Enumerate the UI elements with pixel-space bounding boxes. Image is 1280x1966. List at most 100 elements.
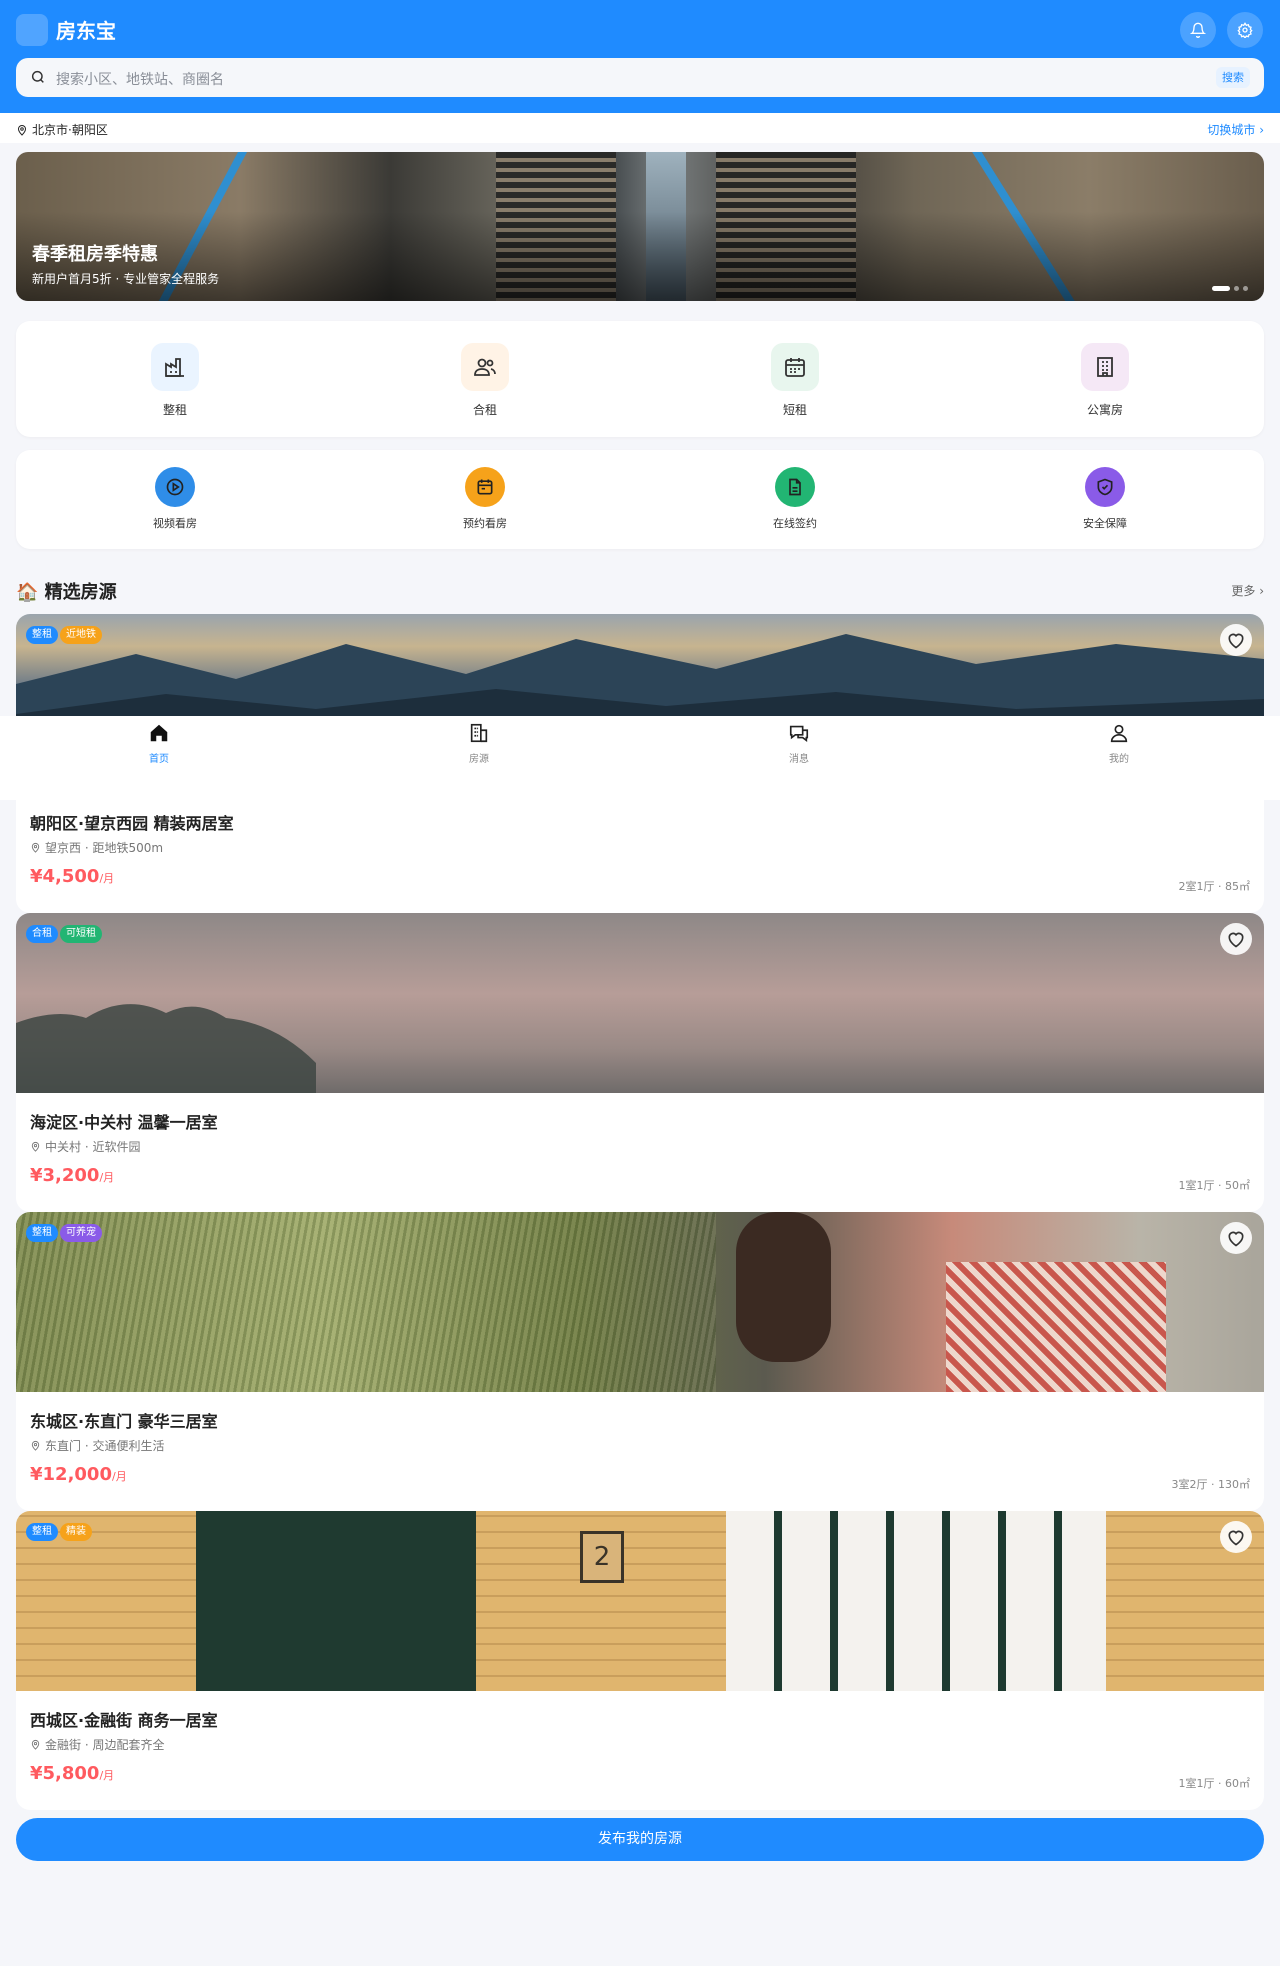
listing-address-text: 望京西 · 距地铁500m [45, 841, 164, 855]
listing-card[interactable]: 2 整租 精装 西城区·金融街 商务一居室 金融街 · 周边配套齐全 ¥5,80… [16, 1511, 1264, 1810]
service-label: 在线签约 [773, 517, 817, 530]
listing-photo [16, 1212, 1264, 1392]
building-icon [470, 723, 488, 743]
heart-icon [1228, 1530, 1244, 1546]
current-location[interactable]: 北京市·朝阳区 [16, 121, 108, 138]
building-icon [1097, 357, 1113, 377]
price-value: ¥5,800 [30, 1763, 100, 1784]
home-icon [150, 724, 168, 742]
bell-icon [1190, 22, 1206, 38]
category-short-rent[interactable]: 短租 [735, 343, 855, 418]
calendar-icon [785, 358, 805, 377]
favorite-button[interactable] [1220, 1222, 1252, 1254]
search-button[interactable]: 搜索 [1216, 67, 1250, 88]
nav-home[interactable]: 首页 [119, 722, 199, 765]
listing-tag: 精装 [60, 1523, 92, 1541]
listing-tag: 近地铁 [60, 626, 102, 644]
category-grid: 整租 合租 短租 公寓房 [16, 321, 1264, 437]
service-label: 预约看房 [463, 517, 507, 530]
listing-tag: 可养宠 [60, 1224, 102, 1242]
listing-meta: 1室1厅 · 50㎡ [1178, 1179, 1250, 1192]
listing-address-text: 东直门 · 交通便利生活 [45, 1439, 165, 1453]
price-value: ¥4,500 [30, 866, 100, 887]
listing-price: ¥5,800/月 [30, 1763, 114, 1784]
listing-meta: 3室2厅 · 130㎡ [1171, 1478, 1250, 1491]
favorite-button[interactable] [1220, 923, 1252, 955]
nav-listings[interactable]: 房源 [439, 722, 519, 765]
settings-button[interactable] [1227, 12, 1263, 48]
service-icon-bg [155, 467, 195, 507]
listing-address: 金融街 · 周边配套齐全 [30, 1736, 164, 1753]
price-unit: /月 [99, 872, 115, 885]
notification-button[interactable] [1180, 12, 1216, 48]
category-icon-bg [461, 343, 509, 391]
category-apartment[interactable]: 公寓房 [1045, 343, 1165, 418]
service-icon-bg [775, 467, 815, 507]
search-input[interactable]: 搜索小区、地铁站、商圈名 [56, 69, 224, 89]
service-video-tour[interactable]: 视频看房 [115, 467, 235, 531]
listing-photo [16, 913, 1264, 1093]
listing-title: 西城区·金融街 商务一居室 [30, 1711, 218, 1730]
house-number: 2 [580, 1531, 624, 1583]
pagination-dot[interactable] [1243, 286, 1248, 291]
listing-tag: 整租 [26, 626, 58, 644]
promo-banner[interactable]: 春季租房季特惠 新用户首月5折 · 专业管家全程服务 [16, 152, 1264, 301]
category-label: 合租 [472, 403, 497, 417]
service-online-sign[interactable]: 在线签约 [735, 467, 855, 531]
service-label: 安全保障 [1083, 517, 1127, 530]
factory-icon [165, 358, 184, 377]
heart-icon [1228, 633, 1244, 649]
listing-price: ¥4,500/月 [30, 866, 114, 887]
window-figure [726, 1511, 1106, 1691]
heart-icon [1228, 932, 1244, 948]
heart-icon [1228, 1231, 1244, 1247]
listing-card[interactable]: 整租 可养宠 东城区·东直门 豪华三居室 东直门 · 交通便利生活 ¥12,00… [16, 1212, 1264, 1511]
pagination-dot[interactable] [1234, 286, 1239, 291]
listing-meta: 1室1厅 · 60㎡ [1178, 1777, 1250, 1790]
favorite-button[interactable] [1220, 1521, 1252, 1553]
app-logo-icon [16, 14, 48, 46]
listing-address-text: 金融街 · 周边配套齐全 [45, 1738, 165, 1752]
listing-title: 东城区·东直门 豪华三居室 [30, 1412, 218, 1431]
listing-tag: 整租 [26, 1523, 58, 1541]
listing-price: ¥12,000/月 [30, 1464, 127, 1485]
nav-label: 首页 [149, 754, 169, 765]
listing-title: 朝阳区·望京西园 精装两居室 [30, 814, 234, 833]
shield-icon [1097, 478, 1113, 496]
listing-tag: 整租 [26, 1224, 58, 1242]
grass-texture [16, 1212, 716, 1392]
nav-profile[interactable]: 我的 [1079, 722, 1159, 765]
publish-listing-button[interactable]: 发布我的房源 [16, 1818, 1264, 1861]
search-icon [31, 70, 44, 83]
favorite-button[interactable] [1220, 624, 1252, 656]
category-shared-rent[interactable]: 合租 [425, 343, 545, 418]
banner-subtitle: 新用户首月5折 · 专业管家全程服务 [32, 272, 220, 286]
service-icon-bg [465, 467, 505, 507]
user-icon [1110, 724, 1128, 743]
document-icon [789, 478, 801, 496]
category-label: 公寓房 [1086, 403, 1123, 417]
dog-figure [736, 1212, 831, 1362]
category-label: 短租 [782, 403, 807, 417]
listing-meta: 2室1厅 · 85㎡ [1178, 880, 1250, 893]
service-safety[interactable]: 安全保障 [1045, 467, 1165, 531]
location-pin-icon [31, 842, 40, 853]
nav-messages[interactable]: 消息 [759, 722, 839, 765]
listing-card[interactable]: 合租 可短租 海淀区·中关村 温馨一居室 中关村 · 近软件园 ¥3,200/月… [16, 913, 1264, 1212]
play-icon [166, 478, 184, 496]
service-book-viewing[interactable]: 预约看房 [425, 467, 545, 531]
more-link[interactable]: 更多 › [1231, 582, 1264, 599]
nav-label: 消息 [789, 754, 809, 765]
listing-address-text: 中关村 · 近软件园 [45, 1140, 141, 1154]
switch-city-link[interactable]: 切换城市 › [1207, 121, 1264, 138]
listing-photo: 2 [16, 1511, 1264, 1691]
search-bar[interactable]: 搜索小区、地铁站、商圈名 搜索 [16, 58, 1264, 97]
bottom-navigation: 首页 房源 消息 我的 [0, 716, 1280, 800]
listing-title: 海淀区·中关村 温馨一居室 [30, 1113, 218, 1132]
location-bar: 北京市·朝阳区 切换城市 › [0, 113, 1280, 143]
banner-pagination[interactable] [1212, 286, 1248, 291]
category-whole-rent[interactable]: 整租 [115, 343, 235, 418]
service-grid: 视频看房 预约看房 在线签约 安全保障 [16, 450, 1264, 549]
location-pin-icon [31, 1440, 40, 1451]
pagination-dot[interactable] [1212, 286, 1230, 291]
